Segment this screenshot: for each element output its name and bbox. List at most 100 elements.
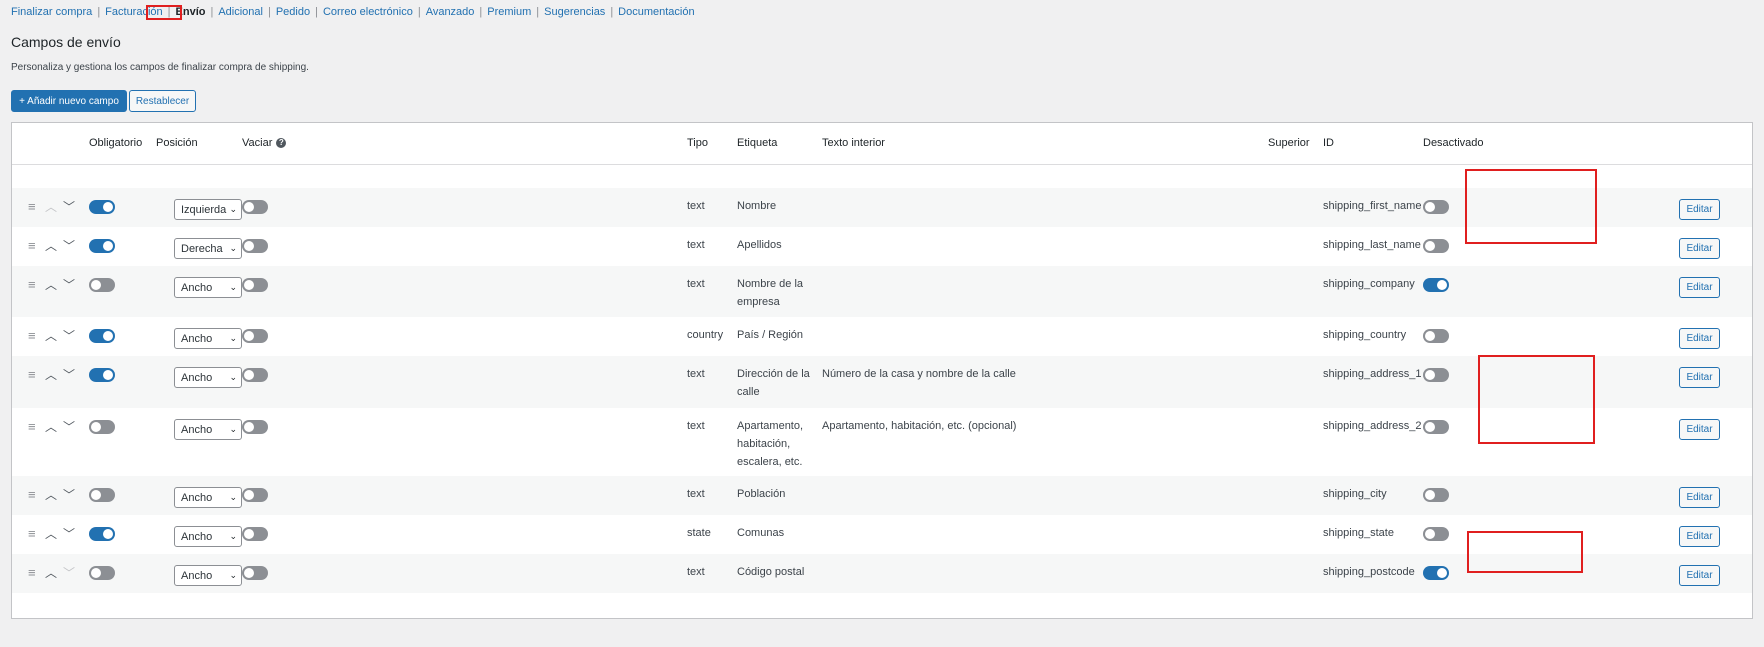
move-down-icon[interactable]: ﹀: [63, 198, 75, 215]
nav-tab-7[interactable]: Premium: [487, 6, 531, 18]
required-toggle[interactable]: [89, 329, 115, 343]
position-select[interactable]: Ancho ⌄: [174, 419, 242, 440]
required-toggle[interactable]: [89, 527, 115, 541]
position-select[interactable]: Ancho ⌄: [174, 565, 242, 586]
required-toggle[interactable]: [89, 368, 115, 382]
field-type: text: [687, 200, 705, 212]
table-header: Obligatorio Posición Vaciar? Tipo Etique…: [12, 123, 1752, 165]
edit-button[interactable]: Editar: [1679, 277, 1720, 298]
header-label: Etiqueta: [737, 137, 778, 149]
drag-handle-icon[interactable]: ≡: [28, 487, 36, 502]
clear-toggle[interactable]: [242, 488, 268, 502]
disabled-toggle[interactable]: [1423, 278, 1449, 292]
required-toggle[interactable]: [89, 278, 115, 292]
drag-handle-icon[interactable]: ≡: [28, 367, 36, 382]
nav-separator: |: [610, 6, 614, 18]
disabled-toggle[interactable]: [1423, 329, 1449, 343]
clear-toggle[interactable]: [242, 420, 268, 434]
disabled-toggle[interactable]: [1423, 566, 1449, 580]
move-up-icon[interactable]: ︿: [45, 327, 57, 344]
position-select[interactable]: Ancho ⌄: [174, 277, 242, 298]
edit-button[interactable]: Editar: [1679, 328, 1720, 349]
move-down-icon[interactable]: ﹀: [63, 327, 75, 344]
chevron-down-icon: ⌄: [229, 204, 237, 214]
drag-handle-icon[interactable]: ≡: [28, 199, 36, 214]
edit-button[interactable]: Editar: [1679, 367, 1720, 388]
clear-toggle[interactable]: [242, 239, 268, 253]
edit-button[interactable]: Editar: [1679, 419, 1720, 440]
move-up-icon[interactable]: ︿: [45, 237, 57, 254]
field-id: shipping_last_name: [1323, 239, 1421, 251]
edit-button[interactable]: Editar: [1679, 526, 1720, 547]
move-down-icon[interactable]: ﹀: [63, 366, 75, 383]
clear-toggle[interactable]: [242, 527, 268, 541]
nav-tab-3[interactable]: Adicional: [218, 6, 263, 18]
disabled-toggle[interactable]: [1423, 239, 1449, 253]
disabled-toggle[interactable]: [1423, 527, 1449, 541]
field-label: Apellidos: [737, 239, 782, 251]
position-select-value: Ancho: [181, 530, 213, 543]
nav-tab-5[interactable]: Correo electrónico: [323, 6, 413, 18]
clear-toggle[interactable]: [242, 566, 268, 580]
move-down-icon[interactable]: ﹀: [63, 486, 75, 503]
clear-toggle[interactable]: [242, 278, 268, 292]
position-select[interactable]: Ancho ⌄: [174, 328, 242, 349]
move-up-icon[interactable]: ︿: [45, 564, 57, 581]
field-type: text: [687, 239, 705, 251]
required-toggle[interactable]: [89, 488, 115, 502]
move-up-icon[interactable]: ︿: [45, 486, 57, 503]
position-select[interactable]: Ancho ⌄: [174, 367, 242, 388]
drag-handle-icon[interactable]: ≡: [28, 565, 36, 580]
required-toggle[interactable]: [89, 566, 115, 580]
clear-toggle[interactable]: [242, 329, 268, 343]
nav-separator: |: [210, 6, 214, 18]
nav-tab-4[interactable]: Pedido: [276, 6, 310, 18]
disabled-toggle[interactable]: [1423, 420, 1449, 434]
position-select[interactable]: Ancho ⌄: [174, 487, 242, 508]
edit-button[interactable]: Editar: [1679, 199, 1720, 220]
nav-tab-6[interactable]: Avanzado: [426, 6, 475, 18]
nav-tab-0[interactable]: Finalizar compra: [11, 6, 92, 18]
disabled-toggle[interactable]: [1423, 200, 1449, 214]
header-placeholder: Texto interior: [822, 137, 885, 149]
position-select[interactable]: Izquierda ⌄: [174, 199, 242, 220]
drag-handle-icon[interactable]: ≡: [28, 277, 36, 292]
disabled-toggle[interactable]: [1423, 488, 1449, 502]
nav-separator: |: [315, 6, 318, 18]
position-select[interactable]: Ancho ⌄: [174, 526, 242, 547]
reset-button[interactable]: Restablecer: [129, 90, 196, 112]
nav-separator: |: [417, 6, 421, 18]
move-down-icon[interactable]: ﹀: [63, 418, 75, 435]
required-toggle[interactable]: [89, 239, 115, 253]
edit-button[interactable]: Editar: [1679, 565, 1720, 586]
disabled-toggle[interactable]: [1423, 368, 1449, 382]
move-down-icon[interactable]: ﹀: [63, 276, 75, 293]
required-toggle[interactable]: [89, 420, 115, 434]
edit-button[interactable]: Editar: [1679, 238, 1720, 259]
question-circle-icon[interactable]: ?: [276, 137, 287, 148]
add-new-field-button[interactable]: + Añadir nuevo campo: [11, 90, 127, 112]
drag-handle-icon[interactable]: ≡: [28, 419, 36, 434]
clear-toggle[interactable]: [242, 200, 268, 214]
clear-toggle[interactable]: [242, 368, 268, 382]
move-up-icon[interactable]: ︿: [45, 525, 57, 542]
drag-handle-icon[interactable]: ≡: [28, 328, 36, 343]
field-type: state: [687, 527, 711, 539]
field-placeholder: Número de la casa y nombre de la calle: [822, 368, 1016, 380]
move-down-icon[interactable]: ﹀: [63, 237, 75, 254]
edit-button[interactable]: Editar: [1679, 487, 1720, 508]
required-toggle[interactable]: [89, 200, 115, 214]
drag-handle-icon[interactable]: ≡: [28, 238, 36, 253]
position-select[interactable]: Derecha ⌄: [174, 238, 242, 259]
drag-handle-icon[interactable]: ≡: [28, 526, 36, 541]
nav-tab-9[interactable]: Documentación: [618, 6, 694, 18]
move-up-icon[interactable]: ︿: [45, 418, 57, 435]
move-up-icon[interactable]: ︿: [45, 366, 57, 383]
field-type: country: [687, 329, 724, 341]
position-select-value: Ancho: [181, 332, 213, 345]
header-id: ID: [1323, 137, 1334, 149]
field-id: shipping_address_1: [1323, 368, 1422, 380]
move-up-icon[interactable]: ︿: [45, 276, 57, 293]
move-down-icon[interactable]: ﹀: [63, 525, 75, 542]
nav-tab-8[interactable]: Sugerencias: [544, 6, 605, 18]
